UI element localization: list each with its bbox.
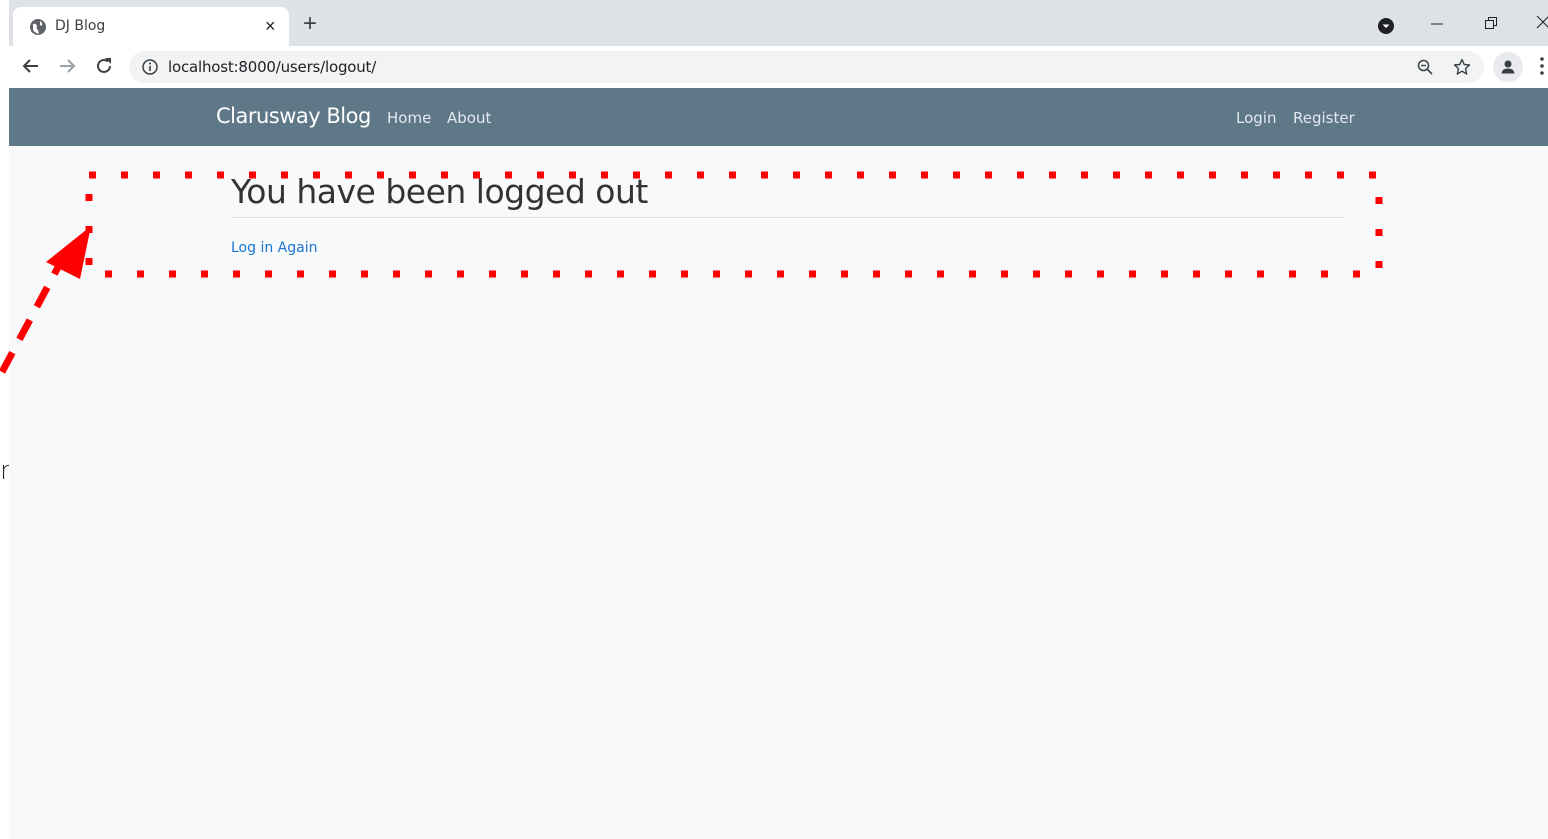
profile-icon <box>1501 60 1515 74</box>
tab-title: DJ Blog <box>55 18 106 34</box>
tab-close-icon[interactable]: × <box>265 16 276 36</box>
back-icon[interactable] <box>19 54 43 78</box>
close-window-icon[interactable] <box>1536 15 1548 29</box>
nav-link-login[interactable]: Login <box>1236 109 1276 127</box>
zoom-icon[interactable] <box>1416 58 1434 76</box>
minimize-icon[interactable] <box>1430 17 1444 31</box>
site-navbar: Clarusway Blog Home About Login Register <box>9 88 1548 146</box>
star-icon[interactable] <box>1453 58 1471 76</box>
restore-icon[interactable] <box>1484 16 1498 30</box>
globe-icon <box>30 19 46 35</box>
browser-toolbar: localhost:8000/users/logout/ <box>9 46 1548 88</box>
new-tab-button[interactable]: + <box>303 12 317 36</box>
reload-icon[interactable] <box>92 54 116 78</box>
login-again-link[interactable]: Log in Again <box>231 240 317 256</box>
browser-window: DJ Blog × + localhost:8000/users/logout/… <box>9 0 1548 839</box>
nav-link-home[interactable]: Home <box>387 109 431 127</box>
forward-icon[interactable] <box>55 54 79 78</box>
profile-button[interactable] <box>1493 52 1523 82</box>
left-margin <box>0 0 9 839</box>
menu-icon[interactable] <box>1539 54 1545 78</box>
address-bar[interactable]: localhost:8000/users/logout/ <box>129 51 1484 83</box>
brand-link[interactable]: Clarusway Blog <box>216 104 371 128</box>
nav-link-about[interactable]: About <box>447 109 491 127</box>
tab-search-icon[interactable] <box>1377 17 1395 35</box>
browser-tab[interactable]: DJ Blog × <box>13 7 289 46</box>
nav-link-register[interactable]: Register <box>1293 109 1355 127</box>
tab-strip: DJ Blog × + <box>9 0 1548 46</box>
main-content: You have been logged out Log in Again <box>231 170 1344 257</box>
info-icon[interactable] <box>141 58 159 76</box>
url-text: localhost:8000/users/logout/ <box>168 58 377 76</box>
page-heading: You have been logged out <box>231 170 1344 218</box>
